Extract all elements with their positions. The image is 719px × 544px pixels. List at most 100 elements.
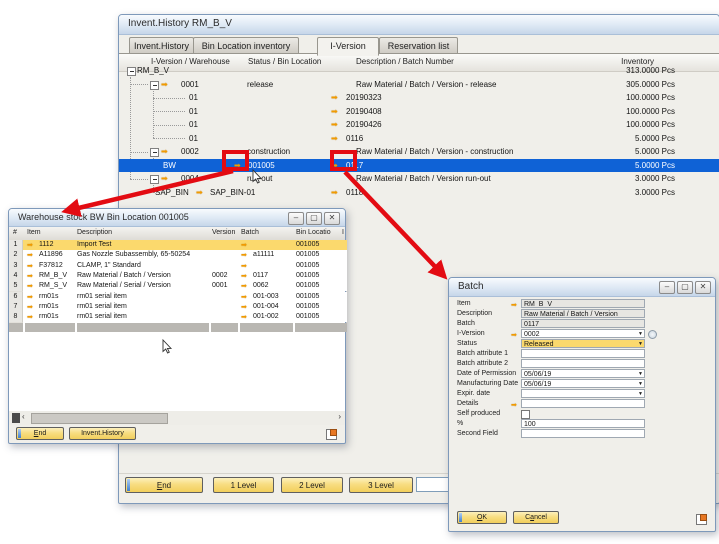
dropdown-arrow-icon[interactable]: ▼ — [638, 381, 643, 388]
link-arrow-icon: ➡ — [331, 105, 338, 119]
tree-row-rm_b_v[interactable]: RM_B_V313.0000 Pcs — [119, 64, 719, 78]
bin-location-value: 001005 — [296, 302, 319, 312]
inventory-value: 3.0000 Pcs — [545, 172, 675, 186]
version-value: 0002 — [212, 271, 228, 281]
warehouse-row-1[interactable]: 1➡1112Import Test➡001005 — [9, 240, 347, 250]
minimize-icon[interactable]: – — [288, 212, 304, 225]
tree-row-bw[interactable]: BW➡001005➡01175.0000 Pcs — [119, 159, 719, 173]
link-arrow-icon: ➡ — [27, 302, 33, 312]
field-value[interactable]: ▼ — [521, 389, 645, 398]
maximize-icon[interactable]: ▢ — [677, 281, 693, 294]
warehouse-row-8[interactable]: 8➡rm01srm01 serial item➡001-002001005 — [9, 312, 347, 322]
maximize-icon[interactable]: ▢ — [306, 212, 322, 225]
warehouse-button-invent-history[interactable]: Invent.History — [69, 427, 136, 440]
close-icon[interactable]: ✕ — [695, 281, 711, 294]
tree-node-label: 0001 — [181, 78, 199, 92]
warehouse-row-2[interactable]: 2➡A11896Gas Nozzle Subassembly, 65-50254… — [9, 250, 347, 260]
field-value[interactable] — [521, 399, 645, 408]
collapse-icon[interactable] — [150, 81, 159, 90]
batch-titlebar[interactable]: Batch – ▢ ✕ — [449, 278, 715, 297]
tree-node-label: RM_B_V — [137, 64, 169, 78]
warehouse-row-3[interactable]: 3➡F37812CLAMP, 1" Standard➡001005 — [9, 261, 347, 271]
footer-button-3-level[interactable]: 3 Level — [349, 477, 413, 493]
bin-location-value: 001005 — [296, 261, 319, 271]
warehouse-row-4[interactable]: 4➡RM_B_VRaw Material / Batch / Version00… — [9, 271, 347, 281]
tree-row-01[interactable]: 01➡01165.0000 Pcs — [119, 132, 719, 146]
batch-number-value: 20190426 — [346, 118, 382, 132]
item-description: Gas Nozzle Subassembly, 65-50254 — [77, 250, 190, 260]
link-arrow-icon: ➡ — [331, 91, 338, 105]
scroll-right-icon[interactable]: › — [338, 412, 341, 421]
field-value[interactable]: 05/06/19▼ — [521, 369, 645, 378]
info-icon[interactable] — [648, 330, 657, 339]
dropdown-arrow-icon[interactable]: ▼ — [638, 341, 643, 348]
batch-field-manufacturing-date: Manufacturing Date05/06/19▼ — [449, 379, 717, 389]
field-value[interactable]: Released▼ — [521, 339, 645, 348]
item-code: rm01s — [39, 312, 58, 322]
resize-icon[interactable] — [696, 514, 707, 525]
link-arrow-icon: ➡ — [27, 281, 33, 291]
scrollbar-split-handle[interactable] — [12, 413, 20, 423]
window-batch: Batch – ▢ ✕ Item➡RM_B_VDescriptionRaw Ma… — [448, 277, 716, 532]
item-description: CLAMP, 1" Standard — [77, 261, 141, 271]
wh-col-batch: Batch — [241, 229, 259, 236]
tree-node-label: 0004 — [181, 172, 199, 186]
dropdown-arrow-icon[interactable]: ▼ — [638, 391, 643, 398]
collapse-icon[interactable] — [127, 67, 136, 76]
resize-icon[interactable] — [326, 429, 337, 440]
footer-button-1-level[interactable]: 1 Level — [213, 477, 274, 493]
wh-col-version: Version — [212, 229, 235, 236]
link-arrow-icon: ➡ — [241, 292, 247, 302]
collapse-icon[interactable] — [150, 148, 159, 157]
tree-row-0002[interactable]: ➡0002constructionRaw Material / Batch / … — [119, 145, 719, 159]
tree-node-label: 01 — [189, 118, 198, 132]
link-arrow-icon: ➡ — [241, 312, 247, 322]
self-produced-checkbox[interactable] — [521, 410, 530, 419]
tree-row-01[interactable]: 01➡20190323100.0000 Pcs — [119, 91, 719, 105]
wh-col-bin-locatio: Bin Locatio — [296, 229, 331, 236]
warehouse-row-5[interactable]: 5➡RM_S_VRaw Material / Serial / Version0… — [9, 281, 347, 291]
batch-number-value: 0116 — [346, 132, 363, 146]
batch-button-ok[interactable]: OK — [457, 511, 507, 524]
dropdown-arrow-icon[interactable]: ▼ — [638, 371, 643, 378]
inventory-value: 5.0000 Pcs — [545, 145, 675, 159]
footer-button-2-level[interactable]: 2 Level — [281, 477, 343, 493]
warehouse-table-header: #ItemDescriptionVersionBatchBin LocatioI — [9, 227, 345, 241]
dropdown-arrow-icon[interactable]: ▼ — [638, 331, 643, 338]
batch-button-cancel[interactable]: Cancel — [513, 511, 559, 524]
tree-row-0001[interactable]: ➡0001releaseRaw Material / Batch / Versi… — [119, 78, 719, 92]
field-value[interactable]: 100 — [521, 419, 645, 428]
field-value[interactable] — [521, 349, 645, 358]
field-value[interactable] — [521, 429, 645, 438]
link-arrow-icon: ➡ — [241, 302, 247, 312]
footer-button-end[interactable]: End — [125, 477, 203, 493]
tree-row-sap_bin[interactable]: SAP_BIN➡SAP_BIN-01➡01183.0000 Pcs — [119, 186, 719, 200]
minimize-icon[interactable]: – — [659, 281, 675, 294]
scroll-left-icon[interactable]: ‹ — [22, 412, 25, 421]
collapse-icon[interactable] — [150, 175, 159, 184]
warehouse-titlebar[interactable]: Warehouse stock BW Bin Location 001005 –… — [9, 209, 345, 227]
tree-row-0004[interactable]: ➡0004run-outRaw Material / Batch / Versi… — [119, 172, 719, 186]
field-label: Manufacturing Date — [457, 379, 518, 389]
item-code: F37812 — [39, 261, 63, 271]
field-value[interactable]: 0002▼ — [521, 329, 645, 338]
warehouse-row-7[interactable]: 7➡rm01srm01 serial item➡001-004001005 — [9, 302, 347, 312]
tree-node-label: 01 — [189, 91, 198, 105]
field-label: Batch attribute 2 — [457, 359, 508, 369]
tab-i-version[interactable]: I-Version — [317, 37, 379, 56]
tree-row-01[interactable]: 01➡20190408100.0000 Pcs — [119, 105, 719, 119]
scrollbar-thumb[interactable] — [31, 413, 168, 424]
warehouse-row-6[interactable]: 6➡rm01srm01 serial item➡001-003001005 — [9, 292, 347, 302]
bin-location-value: 001005 — [296, 281, 319, 291]
warehouse-button-end[interactable]: End — [16, 427, 64, 440]
close-icon[interactable]: ✕ — [324, 212, 340, 225]
field-value: Raw Material / Batch / Version — [521, 309, 645, 318]
version-value: 0001 — [212, 281, 228, 291]
link-arrow-icon: ➡ — [161, 172, 168, 186]
tab-divider — [119, 53, 719, 54]
field-value[interactable] — [521, 359, 645, 368]
tree-row-01[interactable]: 01➡20190426100.0000 Pcs — [119, 118, 719, 132]
item-code: RM_B_V — [39, 271, 67, 281]
horizontal-scrollbar[interactable]: ‹ › — [9, 411, 345, 425]
field-value[interactable]: 05/06/19▼ — [521, 379, 645, 388]
